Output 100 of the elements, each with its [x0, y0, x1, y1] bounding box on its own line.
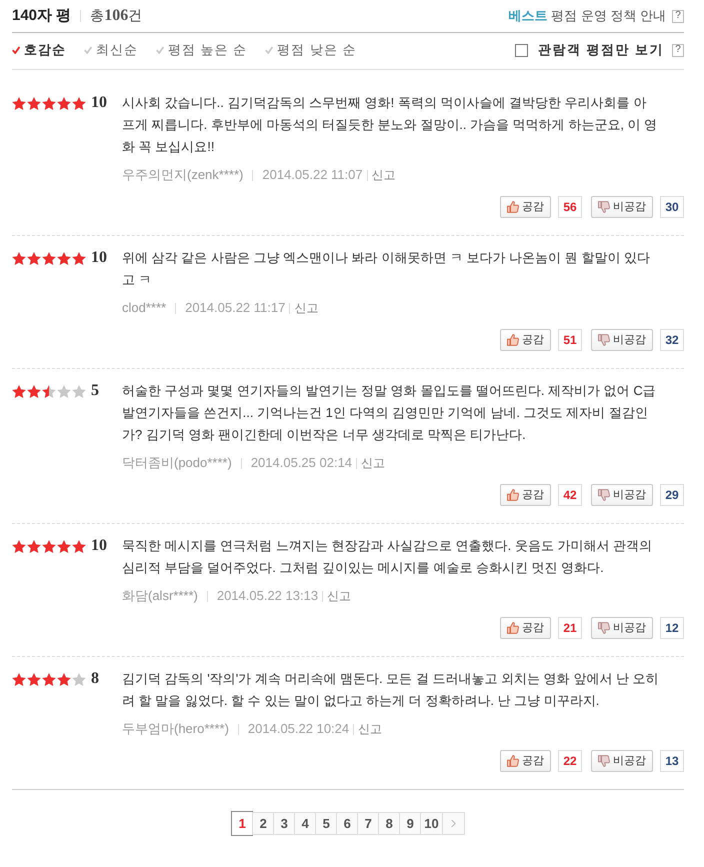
star-icon — [72, 540, 86, 552]
filter-label: 관람객 평점만 보기 — [538, 41, 664, 60]
star-icon — [27, 384, 41, 398]
dislike-count: 29 — [660, 484, 684, 506]
star-icon — [12, 540, 26, 552]
sort-option[interactable]: 평점 낮은 순 — [265, 40, 356, 60]
star-icon — [57, 540, 71, 552]
check-icon — [156, 46, 164, 54]
review-text: 허술한 구성과 몇몇 연기자들의 발연기는 정말 영화 몰입도를 떨어뜨린다. 제작비가 없어 C급 발연기자들을 쓴건지... 기억나는건 1인 다역의 김영민만 기억에 남네. 그것도 제자비 절감인가? 김기덕 영화 팬이긴한데 이번작은 너무 생각데로 막찍은 티가난다. — [122, 382, 657, 444]
star-icon — [72, 96, 86, 110]
like-button[interactable]: 공감 — [500, 329, 551, 351]
review-date: 2014.05.22 11:17 — [185, 299, 286, 318]
rating-score: 8 — [91, 671, 99, 687]
thumbs-up-icon — [507, 622, 519, 634]
star-icon — [57, 96, 71, 110]
like-button[interactable]: 공감 — [500, 617, 551, 639]
review-text: 시사회 갔습니다.. 김기덕감독의 스무번째 영화! 폭력의 먹이사슬에 결박당한 우리사회를 아프게 찌릅니다. 후반부에 마동석의 터질듯한 분노와 절망이.. 가슴을 먹먹하게 하는군요, 이 영화 꼭 보십시요!! — [122, 94, 658, 156]
thumbs-up-icon — [507, 334, 519, 346]
page-button[interactable]: 2 — [252, 812, 274, 835]
total-count: 총106건 — [90, 6, 142, 26]
page-button[interactable]: 10 — [420, 812, 443, 835]
check-icon — [265, 46, 274, 54]
check-icon — [84, 46, 92, 54]
dislike-count: 32 — [660, 329, 684, 351]
star-icon — [27, 96, 41, 110]
star-icon — [27, 540, 41, 552]
like-count: 51 — [558, 329, 582, 351]
dislike-button[interactable]: 비공감 — [591, 750, 653, 772]
dislike-button[interactable]: 비공감 — [591, 196, 653, 218]
thumbs-up-icon — [507, 201, 519, 213]
author-name: 화담(alsr****) — [122, 587, 198, 606]
thumbs-down-icon — [598, 489, 610, 501]
checkbox[interactable] — [514, 44, 528, 56]
page-button[interactable]: 1 — [231, 811, 254, 836]
thumbs-down-icon — [598, 755, 610, 767]
sort-option[interactable]: 평점 높은 순 — [156, 40, 248, 60]
page-button[interactable]: 7 — [357, 812, 380, 835]
report-link[interactable]: 신고 — [361, 454, 386, 472]
thumbs-down-icon — [598, 622, 610, 634]
author-name: 우주의먼지(zenk****) — [122, 166, 244, 184]
report-link[interactable]: 신고 — [372, 166, 396, 184]
dislike-button[interactable]: 비공감 — [591, 484, 653, 506]
page-button[interactable]: 9 — [399, 812, 422, 835]
thumbs-up-icon — [507, 755, 519, 767]
like-count: 21 — [558, 617, 582, 639]
report-link[interactable]: 신고 — [294, 299, 318, 317]
star-icon — [27, 252, 41, 264]
author-name: 두부엄마(hero****) — [122, 720, 229, 738]
review-date: 2014.05.22 10:24 — [248, 720, 350, 738]
help-button[interactable]: ? — [672, 44, 684, 56]
dislike-count: 30 — [660, 196, 684, 218]
star-icon — [42, 672, 56, 686]
sort-option[interactable]: 호감순 — [12, 40, 66, 60]
report-link[interactable]: 신고 — [358, 720, 382, 738]
page-button[interactable]: 8 — [378, 812, 400, 835]
star-icon — [42, 540, 56, 552]
page-button[interactable]: 4 — [294, 812, 316, 835]
star-icon — [27, 672, 41, 686]
star-icon — [12, 252, 26, 264]
star-icon — [42, 252, 56, 264]
review-date: 2014.05.22 11:07 — [262, 166, 363, 184]
star-icon — [72, 252, 86, 264]
review-text: 위에 삼각 같은 사람은 그냥 엑스맨이나 봐라 이해못하면 ㅋ 보다가 나온놈이 뭔 할말이 있다고 ㅋ — [122, 249, 651, 289]
rating-score: 5 — [91, 383, 99, 399]
like-count: 42 — [558, 484, 582, 506]
rating-score: 10 — [91, 250, 107, 266]
star-icon — [12, 672, 26, 686]
star-icon — [12, 384, 26, 398]
dislike-button[interactable]: 비공감 — [591, 617, 653, 639]
sort-option[interactable]: 최신순 — [84, 40, 138, 60]
like-count: 22 — [558, 750, 582, 772]
like-button[interactable]: 공감 — [500, 484, 551, 506]
page-button[interactable]: 6 — [336, 812, 358, 835]
half-star-icon — [42, 384, 56, 398]
thumbs-down-icon — [598, 334, 610, 346]
review-date: 2014.05.25 02:14 — [250, 454, 352, 472]
review-date: 2014.05.22 13:13 — [216, 587, 318, 606]
dislike-button[interactable]: 비공감 — [591, 329, 653, 351]
author-name: clod**** — [122, 299, 166, 318]
help-button[interactable]: ? — [672, 10, 684, 22]
review-text: 묵직한 메시지를 연극처럼 느껴지는 현장감과 사실감으로 연출했다. 웃음도 가미해서 관객의 심리적 부담을 덜어주었다. 그처럼 깊이있는 메시지를 예술로 승화시킨 멋진 영화다. — [122, 537, 654, 577]
star-icon — [57, 252, 71, 264]
report-link[interactable]: 신고 — [327, 587, 352, 605]
rating-score: 10 — [91, 538, 107, 554]
thumbs-down-icon — [598, 201, 610, 213]
dislike-count: 13 — [660, 750, 684, 772]
author-name: 닥터좀비(podo****) — [122, 454, 232, 472]
star-icon — [12, 96, 26, 110]
like-count: 56 — [558, 196, 582, 218]
page-button[interactable]: 3 — [273, 812, 296, 835]
like-button[interactable]: 공감 — [500, 750, 551, 772]
policy-link[interactable]: 베스트 평점 운영 정책 안내 — [508, 6, 666, 26]
review-text: 김기덕 감독의 '작의'가 계속 머리속에 맴돈다. 모든 걸 드러내놓고 외치는 영화 앞에서 난 오히려 할 말을 잃었다. 할 수 있는 말이 없다고 하는게 더 정확하려나. 난 그냥 미꾸라지. — [122, 670, 659, 710]
star-icon — [42, 96, 56, 110]
rating-score: 10 — [91, 95, 107, 111]
check-icon — [12, 46, 20, 54]
section-title: 140자 평 — [12, 6, 72, 26]
page-button[interactable]: 5 — [315, 812, 338, 835]
like-button[interactable]: 공감 — [500, 196, 551, 218]
thumbs-up-icon — [507, 489, 519, 501]
